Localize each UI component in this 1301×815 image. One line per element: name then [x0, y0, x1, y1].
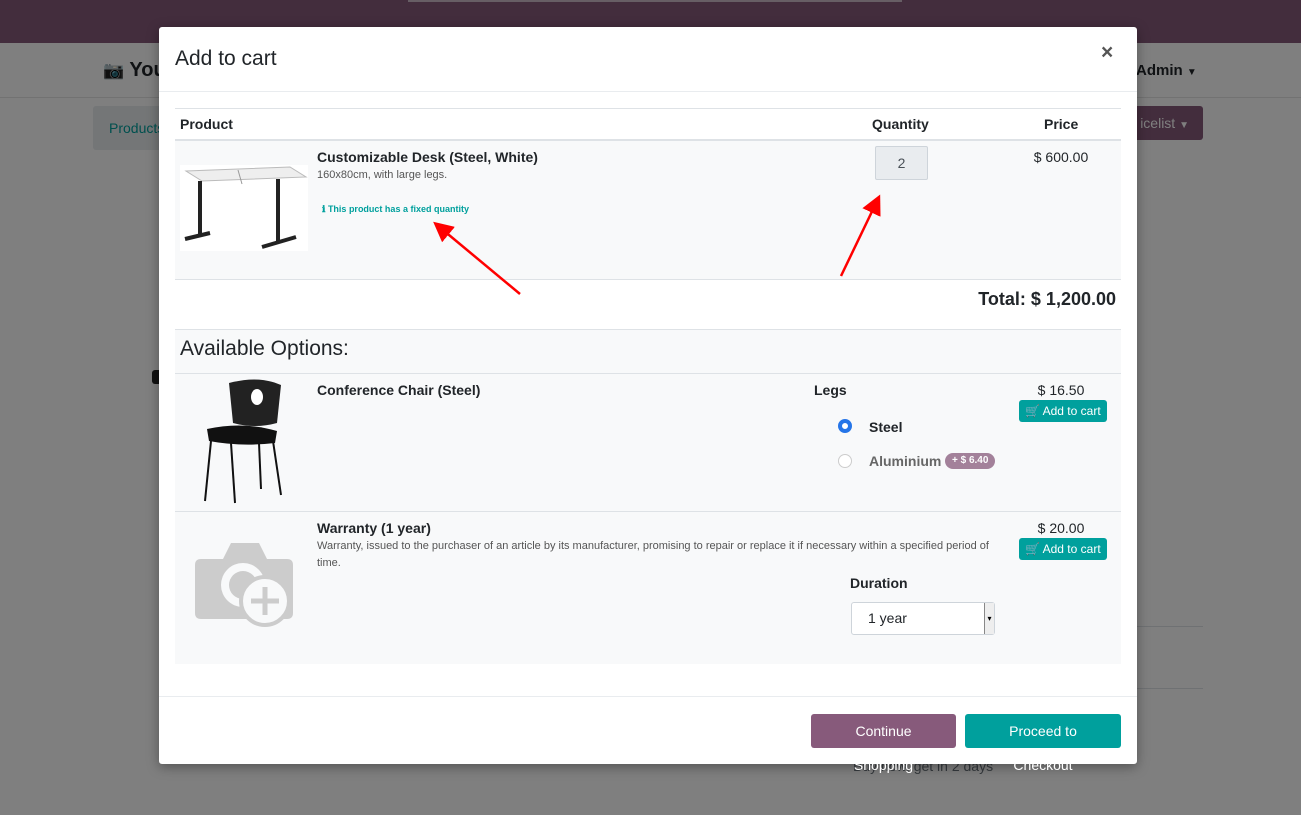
total-amount: Total: $ 1,200.00 [978, 289, 1116, 309]
main-product-name: Customizable Desk (Steel, White) [317, 149, 538, 165]
proceed-to-checkout-button[interactable]: Proceed to Checkout [965, 714, 1121, 773]
close-icon[interactable]: × [1101, 41, 1113, 65]
column-header-quantity: Quantity [872, 116, 929, 132]
modal-header: Add to cart × [159, 27, 1137, 92]
available-options-title: Available Options: [180, 337, 349, 360]
option-warranty-name: Warranty (1 year) [317, 520, 431, 536]
price-extra-badge: + $ 6.40 [945, 453, 996, 469]
add-to-cart-modal: Add to cart × Product Quantity Price Cus… [159, 27, 1137, 773]
quantity-input[interactable]: 2 [875, 146, 928, 180]
radio-legs-aluminium[interactable] [838, 454, 852, 468]
attribute-label-duration: Duration [850, 575, 908, 591]
main-product-price: $ 600.00 [1033, 149, 1089, 165]
attribute-label-legs: Legs [814, 382, 847, 398]
continue-shopping-button[interactable]: Continue Shopping [811, 714, 956, 773]
add-chair-button[interactable]: 🛒 Add to cart [1019, 400, 1107, 422]
add-warranty-button[interactable]: 🛒 Add to cart [1019, 538, 1107, 560]
shopping-cart-icon: 🛒 [1025, 542, 1040, 556]
column-header-product: Product [180, 116, 233, 132]
camera-icon [195, 543, 293, 627]
chair-image [204, 379, 282, 504]
chevron-down-icon: ▾ [984, 603, 994, 634]
radio-legs-steel[interactable] [838, 419, 852, 433]
duration-select[interactable]: 1 year ▾ [851, 602, 995, 635]
info-icon: ℹ [322, 204, 326, 214]
desk-image [180, 165, 308, 251]
option-warranty-description: Warranty, issued to the purchaser of an … [317, 540, 989, 569]
option-chair-name: Conference Chair (Steel) [317, 382, 481, 398]
column-header-price: Price [1044, 116, 1079, 132]
fixed-quantity-note: ℹ This product has a fixed quantity [322, 204, 469, 214]
radio-label-aluminium[interactable]: Aluminium [869, 453, 941, 469]
radio-label-steel[interactable]: Steel [869, 419, 902, 435]
option-chair-price: $ 16.50 [1037, 382, 1085, 398]
option-warranty-price: $ 20.00 [1037, 520, 1085, 536]
main-product-description: 160x80cm, with large legs. [317, 169, 448, 181]
modal-footer: Continue Shopping Proceed to Checkout [159, 696, 1137, 773]
shopping-cart-icon: 🛒 [1025, 404, 1040, 418]
modal-title: Add to cart [175, 47, 277, 70]
